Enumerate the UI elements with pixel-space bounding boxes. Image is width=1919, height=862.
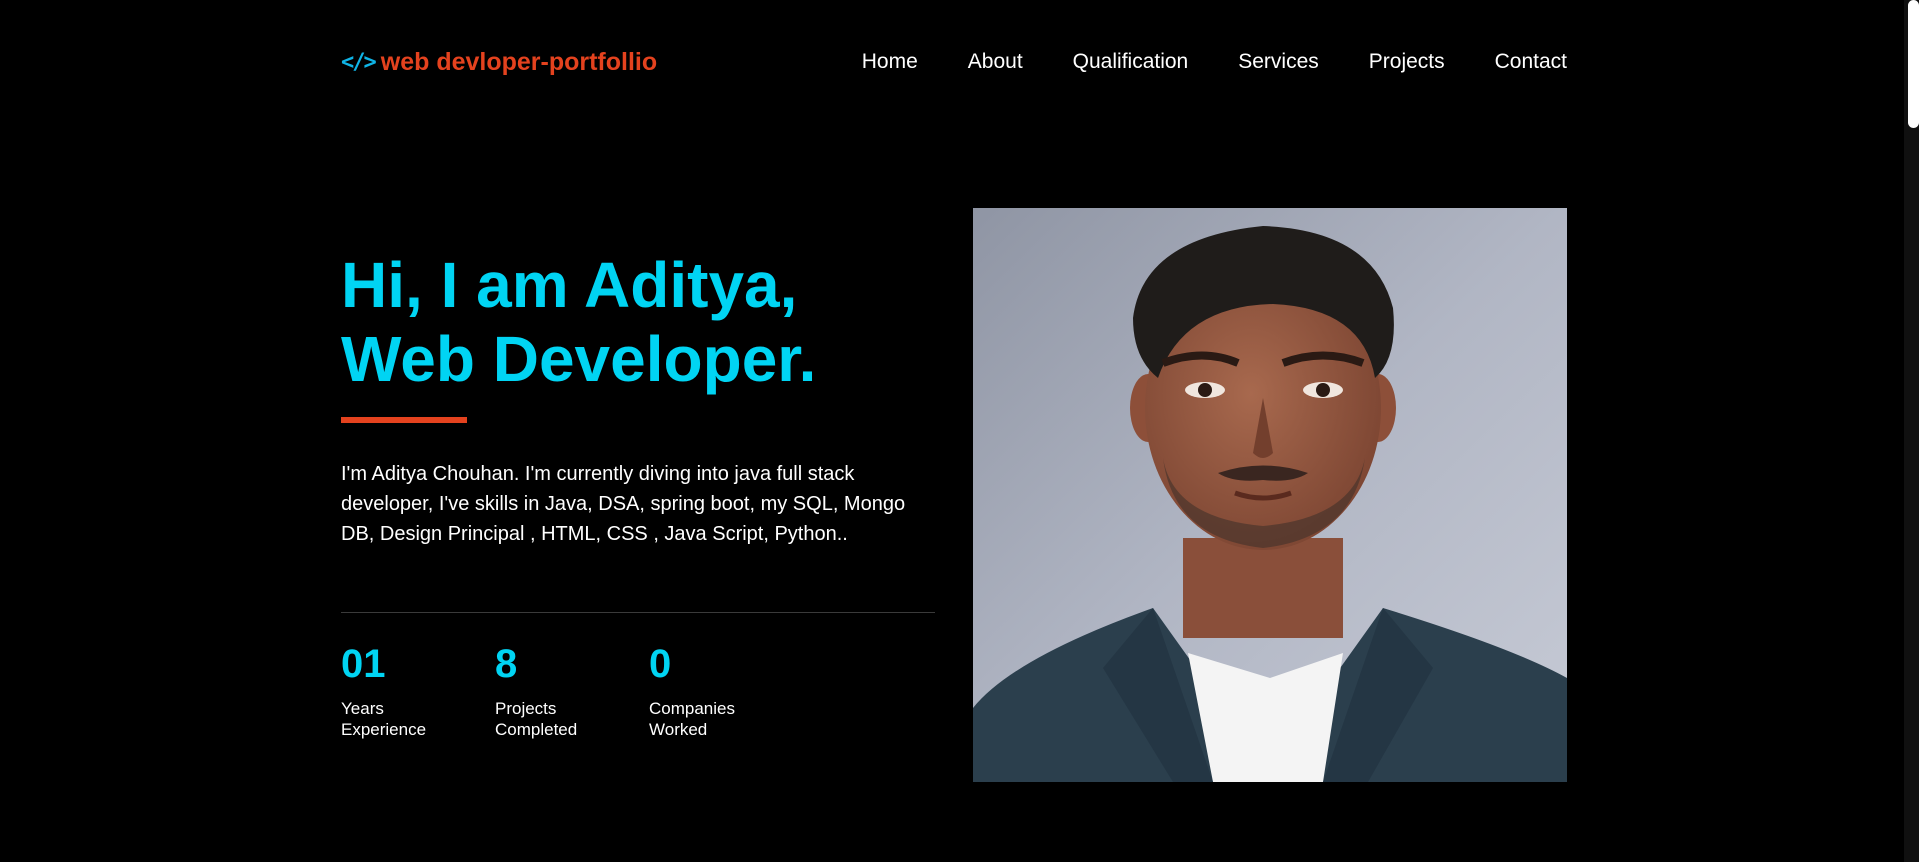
profile-photo bbox=[973, 208, 1567, 782]
hero-title-line-1: Hi, I am Aditya, bbox=[341, 249, 798, 321]
site-header: </> web devloper-portfollio Home About Q… bbox=[341, 40, 1567, 84]
stats-divider bbox=[341, 612, 935, 613]
code-icon: </> bbox=[341, 49, 377, 75]
logo-text: web devloper-portfollio bbox=[380, 47, 658, 76]
nav-link-about[interactable]: About bbox=[968, 50, 1023, 74]
stat-companies-worked: 0 Companies Worked bbox=[649, 640, 799, 740]
nav-link-home[interactable]: Home bbox=[862, 50, 918, 74]
scrollbar-track[interactable] bbox=[1904, 0, 1919, 862]
nav-link-contact[interactable]: Contact bbox=[1495, 50, 1567, 74]
profile-photo-illustration bbox=[973, 208, 1567, 782]
stat-label: Companies Worked bbox=[649, 698, 759, 740]
stat-years-experience: 01 Years Experience bbox=[341, 640, 491, 740]
stat-value: 8 bbox=[495, 642, 518, 686]
stat-label: Years Experience bbox=[341, 698, 451, 740]
stat-label-line: Experience bbox=[341, 720, 427, 739]
hero-title-line-2: Web Developer. bbox=[341, 323, 817, 395]
stat-label-line: Companies bbox=[649, 699, 735, 718]
hero-title: Hi, I am Aditya, Web Developer. bbox=[341, 248, 816, 396]
intro-paragraph: I'm Aditya Chouhan. I'm currently diving… bbox=[341, 463, 906, 545]
nav-link-services[interactable]: Services bbox=[1238, 50, 1319, 74]
nav-link-qualification[interactable]: Qualification bbox=[1073, 50, 1189, 74]
scrollbar-thumb[interactable] bbox=[1908, 0, 1919, 128]
stat-label-line: Years bbox=[341, 699, 384, 718]
stat-value: 0 bbox=[649, 642, 672, 686]
site-logo[interactable]: </> web devloper-portfollio bbox=[341, 48, 657, 77]
stat-label-line: Worked bbox=[649, 720, 708, 739]
accent-underline bbox=[341, 417, 467, 423]
nav-link-projects[interactable]: Projects bbox=[1369, 50, 1445, 74]
stat-label: Projects Completed bbox=[495, 698, 605, 740]
stat-label-line: Projects bbox=[495, 699, 557, 718]
stat-value: 01 bbox=[341, 642, 386, 686]
main-nav: Home About Qualification Services Projec… bbox=[862, 50, 1567, 74]
stat-projects-completed: 8 Projects Completed bbox=[495, 640, 645, 740]
stat-label-line: Completed bbox=[495, 720, 578, 739]
